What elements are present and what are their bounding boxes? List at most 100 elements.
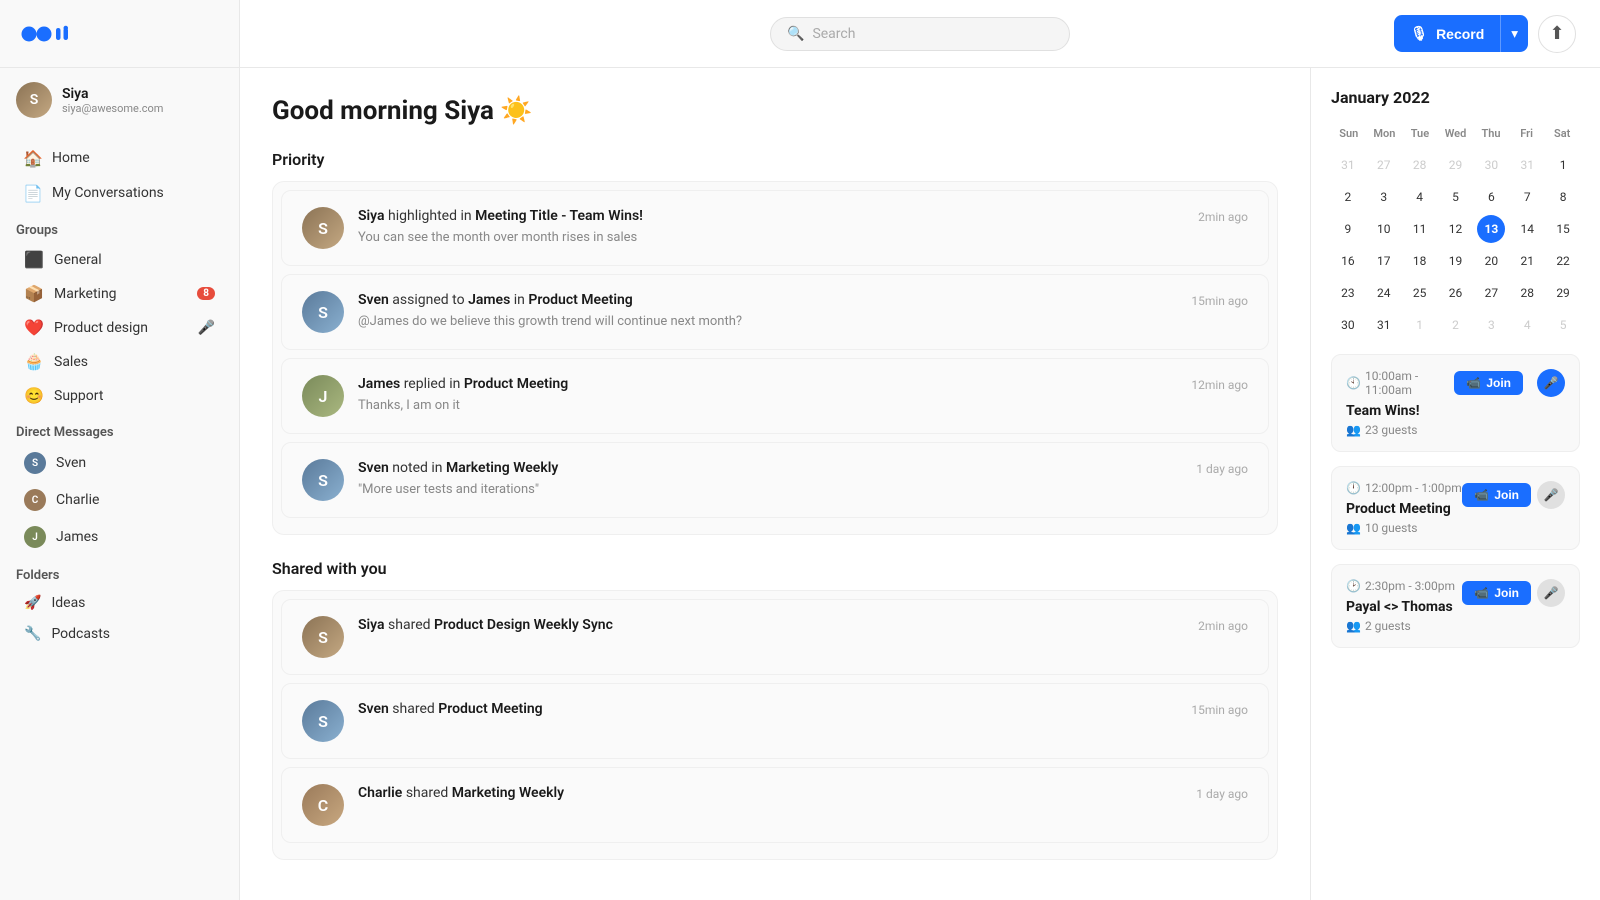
sidebar-item-product-design[interactable]: ❤️ Product design 🎤 [8, 311, 231, 344]
sidebar-item-marketing-label: Marketing [54, 286, 117, 302]
priority-time-3: 1 day ago [1196, 462, 1248, 476]
cal-date[interactable]: 12 [1441, 215, 1469, 243]
cal-date[interactable]: 24 [1370, 279, 1398, 307]
cal-date[interactable]: 2 [1334, 183, 1362, 211]
sidebar-item-podcasts[interactable]: 🔧 Podcasts [8, 619, 231, 649]
cal-date[interactable]: 19 [1441, 247, 1469, 275]
cal-date[interactable]: 30 [1334, 311, 1362, 339]
cal-date[interactable]: 9 [1334, 215, 1362, 243]
shared-item-0[interactable]: S Siya shared Product Design Weekly Sync… [281, 599, 1269, 675]
sidebar-item-home[interactable]: 🏠 Home [8, 141, 231, 175]
cal-date[interactable]: 29 [1441, 151, 1469, 179]
home-icon: 🏠 [24, 149, 42, 167]
cal-date[interactable]: 6 [1477, 183, 1505, 211]
cal-date[interactable]: 28 [1513, 279, 1541, 307]
sidebar-item-home-label: Home [52, 150, 90, 166]
cal-date[interactable]: 30 [1477, 151, 1505, 179]
calendar-body: 31 27 28 29 30 31 1 2 3 4 5 6 7 8 9 [1331, 150, 1580, 340]
sidebar-item-support[interactable]: 😊 Support [8, 379, 231, 412]
sidebar-logo-area [0, 0, 239, 68]
meeting-join-button-1[interactable]: 📹 Join [1462, 483, 1531, 507]
cal-date[interactable]: 27 [1477, 279, 1505, 307]
sidebar-item-dm-james[interactable]: J James [8, 519, 231, 555]
cal-date[interactable]: 20 [1477, 247, 1505, 275]
upload-button[interactable]: ⬆ [1538, 15, 1576, 53]
meeting-guests-2: 👥 2 guests [1346, 619, 1462, 633]
dm-avatar-charlie: C [24, 489, 46, 511]
cal-date[interactable]: 18 [1406, 247, 1434, 275]
cal-date[interactable]: 22 [1549, 247, 1577, 275]
sidebar-item-dm-sven[interactable]: S Sven [8, 445, 231, 481]
cal-date[interactable]: 21 [1513, 247, 1541, 275]
cal-date-today[interactable]: 13 [1477, 215, 1505, 243]
sidebar-item-dm-charlie[interactable]: C Charlie [8, 482, 231, 518]
cal-date[interactable]: 11 [1406, 215, 1434, 243]
sidebar-item-my-conversations[interactable]: 📄 My Conversations [8, 176, 231, 210]
user-profile[interactable]: S Siya siya@awesome.com [0, 68, 239, 132]
cal-date[interactable]: 5 [1441, 183, 1469, 211]
cal-day-wed: Wed [1438, 123, 1474, 144]
priority-sub-1: @James do we believe this growth trend w… [358, 314, 1248, 329]
cal-date[interactable]: 25 [1406, 279, 1434, 307]
cal-date[interactable]: 8 [1549, 183, 1577, 211]
cal-date[interactable]: 7 [1513, 183, 1541, 211]
sidebar-item-general[interactable]: ⬛ General [8, 243, 231, 276]
shared-item-1[interactable]: S Sven shared Product Meeting 15min ago [281, 683, 1269, 759]
cal-date[interactable]: 29 [1549, 279, 1577, 307]
user-info: Siya siya@awesome.com [62, 86, 163, 115]
cal-date[interactable]: 26 [1441, 279, 1469, 307]
priority-item-2[interactable]: J James replied in Product Meeting 12min… [281, 358, 1269, 434]
meeting-mic-button-2[interactable]: 🎤 [1537, 579, 1565, 607]
cal-date[interactable]: 3 [1477, 311, 1505, 339]
folder-ideas-label: Ideas [51, 595, 85, 611]
dm-section-header: Direct Messages [0, 413, 239, 444]
cal-date[interactable]: 4 [1406, 183, 1434, 211]
cal-date[interactable]: 31 [1334, 151, 1362, 179]
priority-item-0[interactable]: S Siya highlighted in Meeting Title - Te… [281, 190, 1269, 266]
meeting-join-button-2[interactable]: 📹 Join [1462, 581, 1531, 605]
right-panel: January 2022 Sun Mon Tue Wed Thu Fri Sat… [1310, 68, 1600, 900]
sidebar-item-ideas[interactable]: 🚀 Ideas [8, 588, 231, 618]
sidebar-item-marketing[interactable]: 📦 Marketing 8 [8, 277, 231, 310]
cal-date[interactable]: 1 [1549, 151, 1577, 179]
priority-avatar-3: S [302, 459, 344, 501]
shared-time-0: 2min ago [1198, 619, 1248, 633]
record-dropdown-button[interactable]: ▾ [1500, 15, 1528, 52]
cal-date[interactable]: 1 [1406, 311, 1434, 339]
cal-date[interactable]: 27 [1370, 151, 1398, 179]
priority-text-2: James replied in Product Meeting [358, 375, 568, 395]
cal-date[interactable]: 28 [1406, 151, 1434, 179]
cal-date[interactable]: 2 [1441, 311, 1469, 339]
meeting-mic-button-0[interactable]: 🎤 [1537, 369, 1565, 397]
cal-date[interactable]: 5 [1549, 311, 1577, 339]
cal-day-sun: Sun [1331, 123, 1367, 144]
cal-date[interactable]: 23 [1334, 279, 1362, 307]
priority-avatar-1: S [302, 291, 344, 333]
meeting-mic-button-1[interactable]: 🎤 [1537, 481, 1565, 509]
clock-icon-0: 🕙 [1346, 376, 1361, 390]
meeting-time-1: 🕛 12:00pm - 1:00pm [1346, 481, 1462, 495]
meeting-join-button-0[interactable]: 📹 Join [1454, 371, 1523, 395]
cal-date[interactable]: 3 [1370, 183, 1398, 211]
sidebar-item-sales[interactable]: 🧁 Sales [8, 345, 231, 378]
product-design-icon: ❤️ [24, 318, 44, 337]
priority-item-3[interactable]: S Sven noted in Marketing Weekly 1 day a… [281, 442, 1269, 518]
cal-date[interactable]: 15 [1549, 215, 1577, 243]
cal-date[interactable]: 31 [1370, 311, 1398, 339]
user-email: siya@awesome.com [62, 102, 163, 115]
search-bar[interactable]: 🔍 Search [770, 17, 1070, 51]
record-button[interactable]: 🎙 Record [1394, 15, 1500, 52]
cal-date[interactable]: 14 [1513, 215, 1541, 243]
shared-section-title: Shared with you [272, 559, 1278, 578]
cal-date[interactable]: 17 [1370, 247, 1398, 275]
meeting-card-0: 🕙 10:00am - 11:00am Team Wins! 👥 23 gues… [1331, 354, 1580, 452]
shared-item-2[interactable]: C Charlie shared Marketing Weekly 1 day … [281, 767, 1269, 843]
priority-item-1[interactable]: S Sven assigned to James in Product Meet… [281, 274, 1269, 350]
meeting-guests-0: 👥 23 guests [1346, 423, 1454, 437]
cal-date[interactable]: 4 [1513, 311, 1541, 339]
cal-date[interactable]: 16 [1334, 247, 1362, 275]
cal-date[interactable]: 10 [1370, 215, 1398, 243]
cal-date[interactable]: 31 [1513, 151, 1541, 179]
record-label: Record [1436, 26, 1484, 42]
priority-sub-0: You can see the month over month rises i… [358, 230, 1248, 245]
